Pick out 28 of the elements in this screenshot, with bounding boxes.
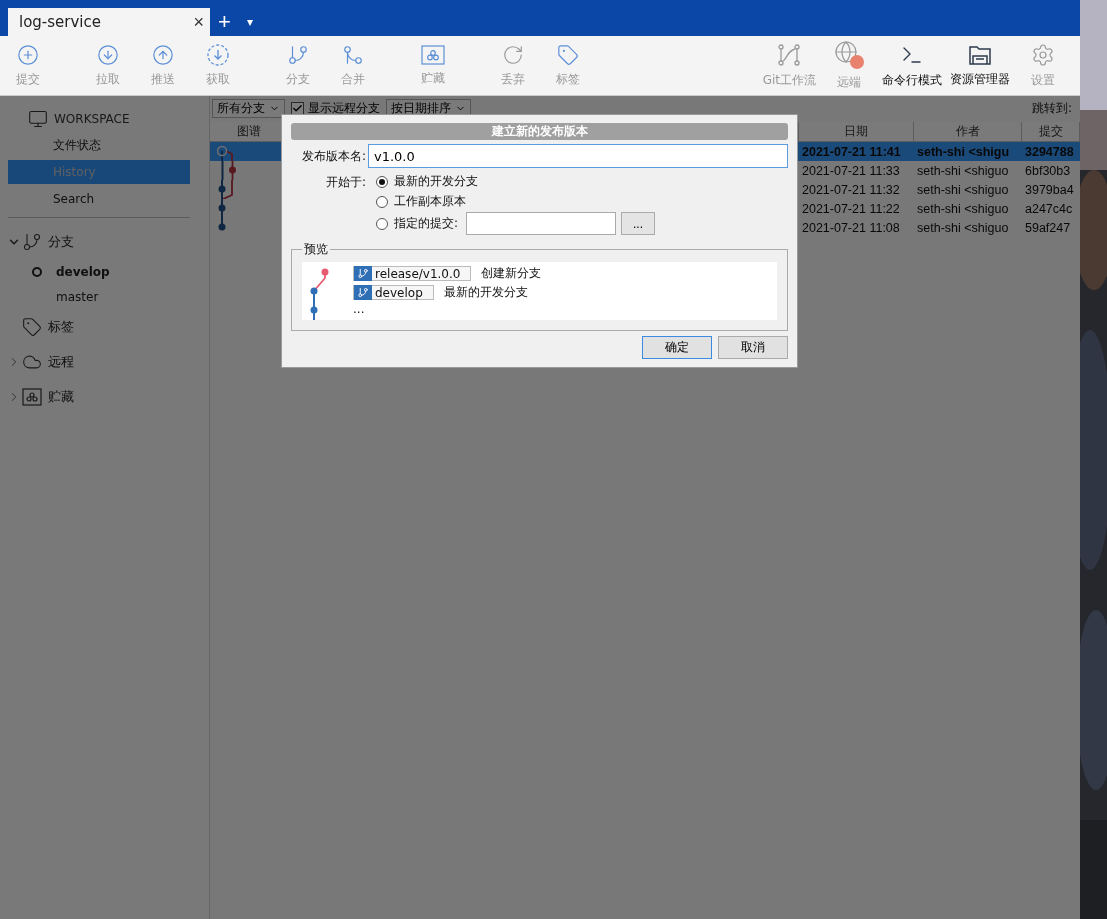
date-cell-text: 2021-07-21 11:08: [801, 220, 900, 235]
date-cell-text: 2021-07-21 11:22: [801, 201, 900, 216]
author-cell-text: seth-shi <shigu: [916, 144, 1010, 159]
branch-note: 最新的开发分支: [443, 284, 528, 301]
date-cell-text: 2021-07-21 11:33: [801, 163, 900, 178]
preview-title: 预览: [303, 241, 329, 258]
author-cell-text: seth-shi <shiguo: [916, 182, 1009, 197]
author-cell-text: seth-shi <shiguo: [916, 163, 1009, 178]
date-cell-text: 2021-07-21 11:41: [801, 144, 901, 159]
jump-to-label: 跳转到:: [1031, 99, 1072, 117]
author-cell-text: seth-shi <shiguo: [916, 201, 1009, 216]
commit-cell-text: 3979ba4: [1024, 182, 1074, 197]
commit-cell-text: 3294788: [1024, 144, 1074, 159]
commit-cell-text: a247c4c: [1024, 201, 1073, 216]
field-label: 发布版本名:: [300, 147, 367, 165]
dialog-title: 建立新的发布版本: [291, 123, 788, 140]
author-cell-text: seth-shi <shiguo: [916, 220, 1009, 235]
branch-label: release/v1.0.0: [353, 266, 472, 281]
field-label: 开始于:: [324, 174, 367, 191]
commit-cell-text: 59af247: [1024, 220, 1071, 235]
more-indicator: ...: [353, 302, 366, 316]
branch-note: 创建新分支: [481, 265, 542, 282]
tab-title: log-service: [19, 13, 101, 31]
checkbox-label: 显示远程分支: [308, 99, 380, 117]
workspace-title: WORKSPACE: [54, 112, 130, 126]
commit-cell-text: 6bf30b3: [1024, 163, 1071, 178]
date-cell-text: 2021-07-21 11:32: [801, 182, 900, 197]
branch-label: develop: [353, 285, 434, 300]
